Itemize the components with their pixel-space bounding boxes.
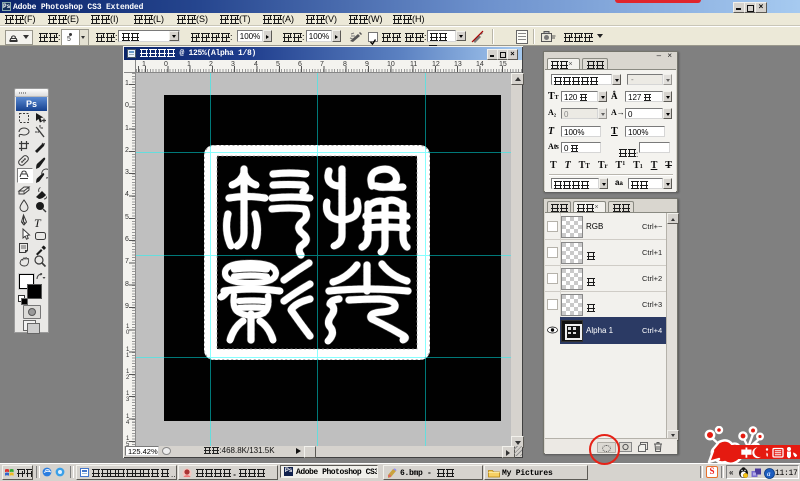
svg-text:T: T xyxy=(34,216,42,230)
svg-text:a: a xyxy=(767,470,771,478)
